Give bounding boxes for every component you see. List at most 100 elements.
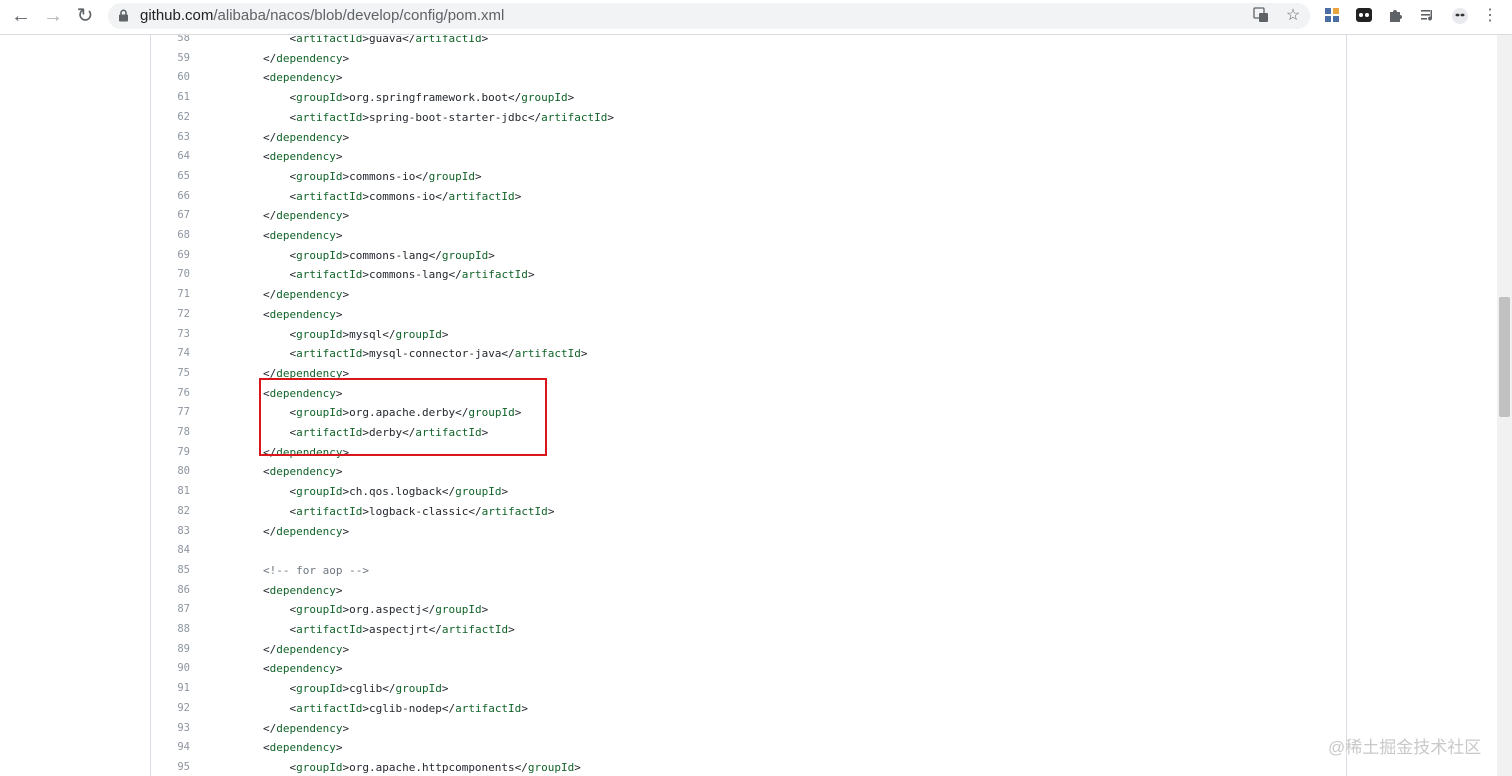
line-number[interactable]: 79: [151, 443, 190, 463]
line-number[interactable]: 73: [151, 325, 190, 345]
line-number[interactable]: 71: [151, 285, 190, 305]
line-source: </dependency>: [263, 524, 350, 538]
code-line: 92 <artifactId>cglib-nodep</artifactId>: [151, 699, 1346, 719]
line-number[interactable]: 74: [151, 344, 190, 364]
line-source: </dependency>: [263, 288, 350, 302]
avatar[interactable]: [1451, 7, 1469, 25]
back-icon[interactable]: ←: [8, 5, 34, 27]
code-line: 91 <groupId>cglib</groupId>: [151, 679, 1346, 699]
extension-icon[interactable]: [1355, 7, 1373, 25]
line-number[interactable]: 61: [151, 88, 190, 108]
line-source: </dependency>: [263, 642, 350, 656]
line-number[interactable]: 82: [151, 502, 190, 522]
browser-toolbar: ← → ↻ github.com/alibaba/nacos/blob/deve…: [0, 0, 1512, 35]
code-line: 95 <groupId>org.apache.httpcomponents</g…: [151, 758, 1346, 776]
line-number[interactable]: 69: [151, 246, 190, 266]
line-source: <dependency>: [263, 465, 343, 479]
extension-icon[interactable]: [1323, 7, 1341, 25]
code-line: 83 </dependency>: [151, 522, 1346, 542]
line-number[interactable]: 76: [151, 384, 190, 404]
line-source: <!-- for aop -->: [263, 563, 369, 577]
code-line: 84: [151, 541, 1346, 561]
line-number[interactable]: 75: [151, 364, 190, 384]
line-number[interactable]: 80: [151, 462, 190, 482]
lock-icon[interactable]: [118, 9, 129, 22]
code-line: 60 <dependency>: [151, 68, 1346, 88]
line-number[interactable]: 62: [151, 108, 190, 128]
line-number[interactable]: 94: [151, 738, 190, 758]
code-line: 64 <dependency>: [151, 147, 1346, 167]
line-source: <groupId>mysql</groupId>: [263, 327, 449, 341]
line-source: <artifactId>cglib-nodep</artifactId>: [263, 701, 528, 715]
line-number[interactable]: 93: [151, 719, 190, 739]
line-source: <groupId>org.aspectj</groupId>: [263, 603, 489, 617]
code-line: 67 </dependency>: [151, 206, 1346, 226]
code-line: 87 <groupId>org.aspectj</groupId>: [151, 600, 1346, 620]
code-line: 85 <!-- for aop -->: [151, 561, 1346, 581]
line-source: <dependency>: [263, 662, 343, 676]
line-number[interactable]: 63: [151, 128, 190, 148]
bookmark-star-icon[interactable]: ☆: [1284, 7, 1302, 25]
code-line: 89 </dependency>: [151, 640, 1346, 660]
line-number[interactable]: 86: [151, 581, 190, 601]
media-queue-icon[interactable]: [1419, 7, 1437, 25]
translate-icon[interactable]: [1252, 7, 1270, 25]
line-source: <artifactId>commons-lang</artifactId>: [263, 268, 535, 282]
line-number[interactable]: 87: [151, 600, 190, 620]
line-source: </dependency>: [263, 721, 350, 735]
line-number[interactable]: 95: [151, 758, 190, 776]
line-source: <groupId>ch.qos.logback</groupId>: [263, 485, 509, 499]
line-number[interactable]: 78: [151, 423, 190, 443]
line-source: </dependency>: [263, 209, 350, 223]
line-number[interactable]: 64: [151, 147, 190, 167]
code-line: 93 </dependency>: [151, 719, 1346, 739]
line-source: <artifactId>logback-classic</artifactId>: [263, 504, 555, 518]
line-source: <groupId>cglib</groupId>: [263, 682, 449, 696]
code-line: 70 <artifactId>commons-lang</artifactId>: [151, 265, 1346, 285]
line-number[interactable]: 65: [151, 167, 190, 187]
line-number[interactable]: 77: [151, 403, 190, 423]
line-source: <groupId>commons-io</groupId>: [263, 169, 482, 183]
line-number[interactable]: 72: [151, 305, 190, 325]
line-number[interactable]: 85: [151, 561, 190, 581]
line-source: </dependency>: [263, 130, 350, 144]
line-number[interactable]: 59: [151, 49, 190, 69]
line-source: <artifactId>spring-boot-starter-jdbc</ar…: [263, 110, 615, 124]
line-number[interactable]: 68: [151, 226, 190, 246]
line-number[interactable]: 60: [151, 68, 190, 88]
line-number[interactable]: 90: [151, 659, 190, 679]
line-source: <artifactId>mysql-connector-java</artifa…: [263, 347, 588, 361]
url-path: /alibaba/nacos/blob/develop/config/pom.x…: [213, 7, 505, 24]
line-source: </dependency>: [263, 51, 350, 65]
line-number[interactable]: 70: [151, 265, 190, 285]
scrollbar-thumb[interactable]: [1499, 297, 1510, 417]
puzzle-icon[interactable]: [1387, 7, 1405, 25]
line-source: <dependency>: [263, 307, 343, 321]
line-number[interactable]: 83: [151, 522, 190, 542]
code-line: 58 <artifactId>guava</artifactId>: [151, 35, 1346, 49]
code-line: 62 <artifactId>spring-boot-starter-jdbc<…: [151, 108, 1346, 128]
line-source: <dependency>: [263, 741, 343, 755]
url-text[interactable]: github.com/alibaba/nacos/blob/develop/co…: [140, 7, 504, 24]
line-number[interactable]: 67: [151, 206, 190, 226]
forward-icon[interactable]: →: [40, 5, 66, 27]
line-number[interactable]: 91: [151, 679, 190, 699]
more-icon[interactable]: ⋮: [1481, 7, 1499, 25]
code-line: 71 </dependency>: [151, 285, 1346, 305]
url-host: github.com: [140, 7, 214, 24]
highlight-box: [259, 378, 547, 456]
line-number[interactable]: 84: [151, 541, 190, 561]
line-number[interactable]: 81: [151, 482, 190, 502]
address-bar[interactable]: github.com/alibaba/nacos/blob/develop/co…: [108, 3, 1310, 29]
code-line: 94 <dependency>: [151, 738, 1346, 758]
reload-icon[interactable]: ↻: [72, 5, 98, 27]
line-source: <artifactId>guava</artifactId>: [263, 35, 489, 45]
vertical-scrollbar[interactable]: [1497, 35, 1512, 776]
line-number[interactable]: 88: [151, 620, 190, 640]
line-source: <groupId>commons-lang</groupId>: [263, 248, 495, 262]
line-number[interactable]: 89: [151, 640, 190, 660]
line-number[interactable]: 92: [151, 699, 190, 719]
line-number[interactable]: 66: [151, 187, 190, 207]
line-number[interactable]: 58: [151, 35, 190, 49]
line-source: <groupId>org.springframework.boot</group…: [263, 91, 575, 105]
